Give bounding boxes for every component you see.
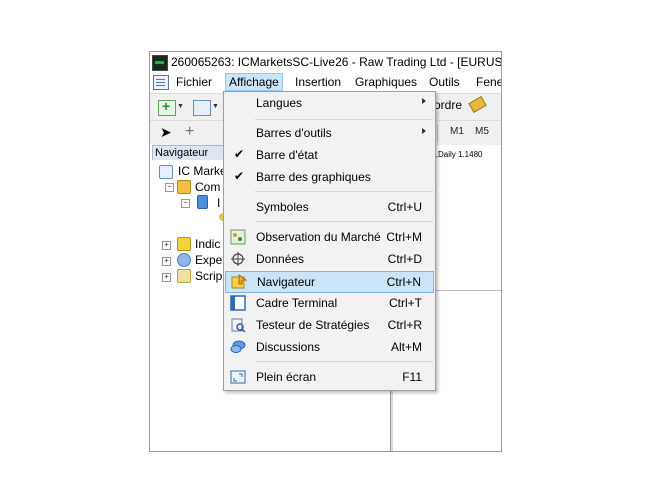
profiles-icon[interactable]: [193, 100, 211, 116]
account-icon: [197, 195, 208, 209]
indicators-icon: [177, 237, 191, 251]
menu-item-barres-outils[interactable]: Barres d'outils: [225, 123, 434, 143]
menu-item-label: Barres d'outils: [256, 126, 332, 140]
menu-bar: Fichier Affichage Insertion Graphiques O…: [150, 72, 501, 93]
menu-separator: [255, 221, 433, 222]
menu-item-symboles[interactable]: Symboles Ctrl+U: [225, 197, 434, 217]
affichage-dropdown: Langues Barres d'outils ✔ Barre d'état ✔…: [223, 91, 436, 391]
menu-separator: [255, 361, 433, 362]
menu-fichier[interactable]: Fichier: [176, 75, 212, 89]
menu-item-shortcut: F11: [402, 370, 422, 384]
scripts-icon: [177, 269, 191, 283]
crosshair-tool-icon[interactable]: +: [185, 123, 194, 141]
menu-item-shortcut: Ctrl+R: [387, 318, 422, 332]
tree-item-scripts[interactable]: Scrip: [195, 269, 222, 283]
collapse-icon[interactable]: −: [165, 183, 174, 192]
menu-item-label: Discussions: [256, 340, 321, 354]
menu-fenetre[interactable]: Fenet: [476, 75, 501, 89]
menu-item-plein-ecran[interactable]: Plein écran F11: [225, 367, 434, 387]
menu-item-shortcut: Ctrl+U: [387, 200, 422, 214]
chevron-down-icon[interactable]: ▼: [212, 103, 219, 110]
expand-icon[interactable]: +: [162, 257, 171, 266]
menu-item-langues[interactable]: Langues: [225, 93, 434, 113]
menu-separator: [255, 119, 433, 120]
timeframe-m1[interactable]: M1: [450, 126, 464, 137]
menu-item-label: Plein écran: [256, 370, 317, 384]
menu-item-shortcut: Ctrl+T: [389, 296, 422, 310]
collapse-icon[interactable]: −: [181, 199, 190, 208]
fullscreen-icon: [230, 370, 246, 384]
menu-item-navigateur[interactable]: Navigateur Ctrl+N: [225, 271, 434, 293]
window-title: 260065263: ICMarketsSC-Live26 - Raw Trad…: [171, 55, 502, 69]
menu-item-shortcut: Alt+M: [390, 340, 422, 354]
broker-icon: [159, 165, 173, 179]
eraser-icon[interactable]: [468, 95, 487, 114]
menu-item-shortcut: Ctrl+N: [386, 275, 421, 289]
menu-graphiques[interactable]: Graphiques: [355, 75, 417, 89]
new-chart-icon[interactable]: [158, 98, 176, 116]
timeframe-m5[interactable]: M5: [475, 126, 489, 137]
menu-item-discussions[interactable]: Discussions Alt+M: [225, 337, 434, 357]
experts-icon: [177, 253, 191, 267]
menu-item-label: Navigateur: [257, 275, 316, 289]
menu-separator: [255, 191, 433, 192]
app-icon: [152, 55, 168, 71]
menu-item-barre-graphiques[interactable]: ✔ Barre des graphiques: [225, 167, 434, 187]
cursor-icon[interactable]: ➤: [160, 124, 172, 141]
navigator-header: Navigateur: [152, 145, 232, 161]
new-order-button[interactable]: ordre: [434, 98, 462, 112]
menu-item-donnees[interactable]: Données Ctrl+D: [225, 249, 434, 269]
window-menu-icon[interactable]: [153, 75, 169, 90]
accounts-icon: [177, 180, 191, 194]
menu-insertion[interactable]: Insertion: [295, 75, 341, 89]
menu-item-shortcut: Ctrl+M: [386, 230, 422, 244]
menu-item-cadre-terminal[interactable]: Cadre Terminal Ctrl+T: [225, 293, 434, 313]
submenu-arrow-icon: [422, 128, 426, 134]
check-icon: ✔: [234, 169, 245, 183]
terminal-icon: [230, 295, 246, 311]
chevron-down-icon[interactable]: ▼: [177, 103, 184, 110]
menu-item-label: Observation du Marché: [256, 230, 381, 244]
check-icon: ✔: [234, 147, 245, 161]
menu-item-observation-marche[interactable]: Observation du Marché Ctrl+M: [225, 227, 434, 247]
tree-item-account[interactable]: I: [217, 196, 220, 210]
chat-icon: [230, 340, 246, 353]
menu-item-shortcut: Ctrl+D: [387, 252, 422, 266]
menu-affichage[interactable]: Affichage: [225, 73, 283, 91]
title-bar: 260065263: ICMarketsSC-Live26 - Raw Trad…: [150, 52, 501, 72]
menu-outils[interactable]: Outils: [429, 75, 460, 89]
menu-item-label: Barre d'état: [256, 148, 318, 162]
chart-header: D,Daily 1.1480: [430, 150, 483, 159]
menu-item-label: Données: [256, 252, 305, 266]
tree-item-indicators[interactable]: Indic: [195, 237, 220, 251]
crosshair-icon: [231, 252, 245, 266]
menu-item-label: Symboles: [256, 200, 309, 214]
navigator-icon: [231, 274, 247, 289]
menu-item-label: Barre des graphiques: [256, 170, 371, 184]
expand-icon[interactable]: +: [162, 273, 171, 282]
market-watch-icon: [230, 229, 246, 245]
menu-item-label: Langues: [256, 96, 303, 110]
menu-item-label: Cadre Terminal: [256, 296, 338, 310]
expand-icon[interactable]: +: [162, 241, 171, 250]
menu-item-label: Testeur de Stratégies: [256, 318, 370, 332]
submenu-arrow-icon: [422, 98, 426, 104]
toolbar-separator: [437, 124, 438, 142]
menu-item-barre-etat[interactable]: ✔ Barre d'état: [225, 145, 434, 165]
tree-item-broker[interactable]: IC Marke: [178, 164, 227, 178]
tree-item-experts[interactable]: Expe: [195, 253, 222, 267]
menu-item-testeur-strategies[interactable]: Testeur de Stratégies Ctrl+R: [225, 315, 434, 335]
tree-item-accounts[interactable]: Com: [195, 180, 220, 194]
strategy-tester-icon: [231, 318, 246, 333]
